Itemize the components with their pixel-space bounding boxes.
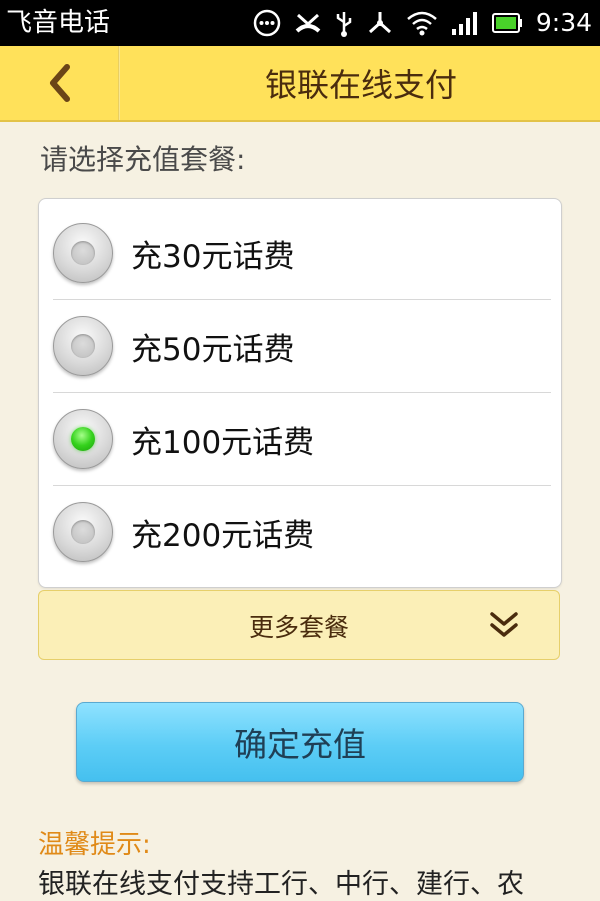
chevron-left-icon: [50, 64, 70, 102]
radio-dot: [71, 334, 95, 358]
option-label: 充50元话费: [131, 331, 295, 368]
radio-dot: [71, 427, 95, 451]
clock: 9:34: [535, 8, 592, 37]
back-button[interactable]: [0, 46, 120, 120]
usb-icon: [336, 12, 352, 37]
radio-button[interactable]: [53, 223, 113, 283]
confirm-recharge-button[interactable]: 确定充值: [76, 702, 524, 782]
battery-icon: [491, 13, 522, 33]
option-50[interactable]: 充50元话费: [53, 300, 551, 392]
option-100[interactable]: 充100元话费: [53, 393, 551, 485]
usb-share-icon: [368, 12, 391, 34]
header-bar: 银联在线支付: [0, 46, 600, 122]
option-30[interactable]: 充30元话费: [53, 207, 551, 299]
radio-dot: [71, 241, 95, 265]
option-label: 充30元话费: [131, 238, 295, 275]
carrier-label: 飞音电话: [6, 8, 111, 38]
tip-title: 温馨提示:: [38, 830, 151, 860]
tip-text: 银联在线支付支持工行、中行、建行、农: [38, 869, 524, 900]
page-title: 银联在线支付: [264, 66, 457, 104]
option-label: 充100元话费: [131, 424, 315, 461]
status-icons: 9:34: [252, 6, 592, 40]
status-bar: 飞音电话 9:34: [0, 0, 600, 46]
radio-dot: [71, 520, 95, 544]
radio-button-selected[interactable]: [53, 409, 113, 469]
option-200[interactable]: 充200元话费: [53, 486, 551, 578]
more-packages-button[interactable]: 更多套餐: [38, 590, 560, 660]
wifi-icon: [407, 11, 437, 36]
missed-call-icon: [295, 13, 321, 33]
radio-button[interactable]: [53, 316, 113, 376]
signal-icon: [451, 12, 477, 35]
package-options: 充30元话费 充50元话费 充100元话费 充200元话费: [38, 198, 562, 588]
section-label: 请选择充值套餐:: [40, 143, 246, 176]
option-label: 充200元话费: [131, 517, 315, 554]
double-chevron-down-icon: [490, 612, 518, 637]
radio-button[interactable]: [53, 502, 113, 562]
more-packages-label: 更多套餐: [248, 613, 349, 642]
chat-icon: [253, 9, 281, 37]
